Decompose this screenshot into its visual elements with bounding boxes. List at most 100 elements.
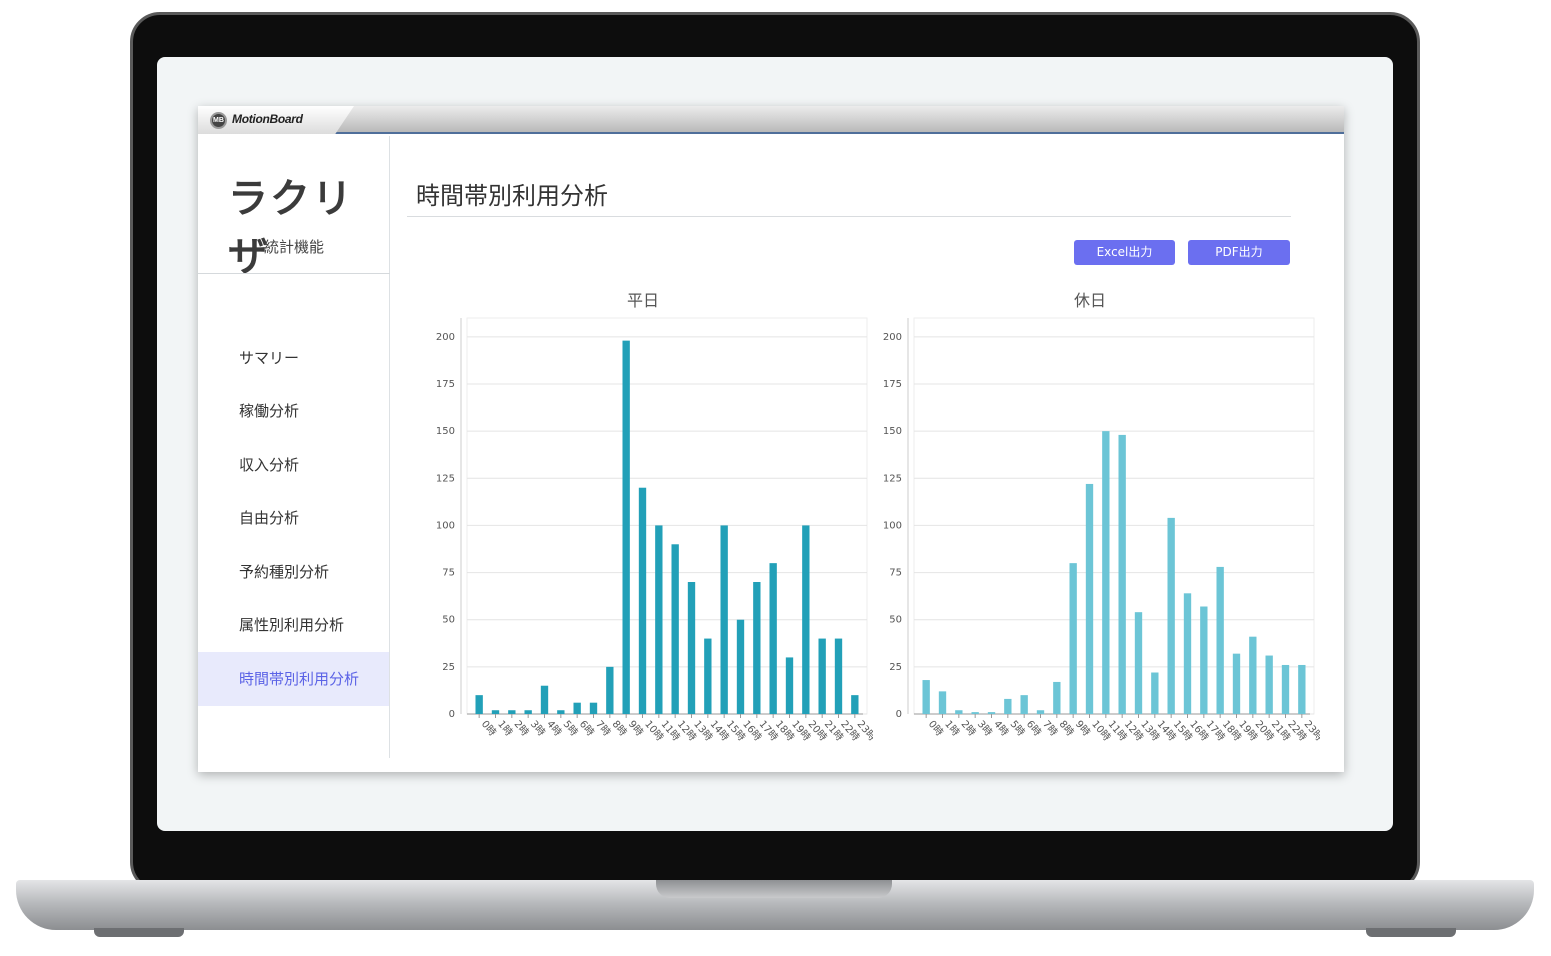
- bar: [971, 712, 979, 714]
- sidebar: ラクリザ 統計機能 サマリー 稼働分析 収入分析 自由分析 予約種別分析 属性別…: [198, 136, 390, 758]
- x-tick-label: 5時: [1008, 718, 1028, 738]
- y-tick-label: 50: [442, 615, 455, 626]
- excel-export-button[interactable]: Excel出力: [1074, 240, 1175, 265]
- bar: [655, 525, 663, 714]
- x-tick-label: 4時: [991, 718, 1011, 738]
- x-tick-label: 1時: [495, 718, 515, 738]
- pdf-export-button[interactable]: PDF出力: [1188, 240, 1290, 265]
- x-tick-label: 7時: [593, 718, 613, 738]
- y-tick-label: 75: [442, 568, 455, 579]
- x-tick-label: 9時: [626, 718, 646, 738]
- motionboard-logo-icon: MB: [210, 112, 227, 129]
- bar: [1298, 664, 1306, 714]
- y-tick-label: 200: [436, 332, 455, 343]
- bar: [1118, 434, 1126, 714]
- laptop-foot-left: [94, 928, 184, 937]
- bar: [508, 710, 516, 714]
- sidebar-divider: [198, 273, 390, 274]
- nav-item-attribute[interactable]: 属性別利用分析: [198, 598, 389, 652]
- window-titlebar: MB MotionBoard: [198, 106, 1344, 134]
- nav-item-utilization[interactable]: 稼働分析: [198, 384, 389, 438]
- bar: [834, 638, 843, 714]
- bar: [573, 702, 581, 714]
- bar: [1167, 517, 1175, 714]
- x-tick-label: 7時: [1040, 718, 1060, 738]
- bar: [1020, 695, 1028, 714]
- bar: [1232, 653, 1241, 714]
- bar: [736, 619, 745, 714]
- bar: [671, 544, 679, 714]
- x-tick-label: 8時: [1057, 718, 1077, 738]
- bar: [475, 695, 483, 714]
- bar: [1249, 636, 1257, 714]
- x-tick-label: 3時: [975, 718, 995, 738]
- bar: [818, 638, 826, 714]
- bar: [1102, 431, 1110, 714]
- bar: [687, 582, 696, 714]
- bar: [720, 525, 728, 714]
- bar: [802, 525, 810, 714]
- x-tick-label: 3時: [528, 718, 548, 738]
- y-tick-label: 100: [436, 520, 455, 531]
- y-tick-label: 150: [883, 426, 902, 437]
- nav-item-free-analysis[interactable]: 自由分析: [198, 491, 389, 545]
- y-tick-label: 150: [436, 426, 455, 437]
- weekday-chart: 平日 0 25 50 75 100 125 150 175 200 0時 1時 2時 3時 4時 5時 6時 7…: [423, 281, 873, 776]
- bar: [1216, 566, 1224, 714]
- bar: [922, 680, 930, 714]
- bar: [769, 563, 777, 714]
- x-tick-label: 8時: [610, 718, 630, 738]
- y-tick-label: 0: [449, 709, 455, 720]
- bar: [606, 666, 614, 714]
- weekday-chart-svg: 0 25 50 75 100 125 150 175 200 0時1時2時3時4時5時6時7時8時…: [436, 317, 873, 743]
- x-tick-label: 2時: [512, 718, 532, 738]
- bar: [987, 712, 996, 714]
- bar: [785, 657, 794, 714]
- app-window: MB MotionBoard ラクリザ 統計機能 サマリー 稼働分析 収入分析 …: [198, 106, 1344, 772]
- y-tick-label: 125: [436, 473, 455, 484]
- page-title: 時間帯別利用分析: [416, 182, 608, 210]
- bar: [557, 710, 565, 714]
- brand-tab[interactable]: MB MotionBoard: [198, 106, 354, 134]
- y-tick-label: 125: [883, 473, 902, 484]
- bar: [938, 691, 947, 714]
- bar: [1151, 672, 1159, 714]
- bar: [1265, 655, 1273, 714]
- brand-name: MotionBoard: [232, 112, 303, 126]
- bar: [851, 695, 859, 714]
- y-tick-label: 25: [442, 662, 455, 673]
- app-subtitle: 統計機能: [263, 238, 324, 256]
- laptop-notch: [656, 880, 892, 898]
- bar: [1200, 606, 1208, 714]
- x-tick-label: 9時: [1073, 718, 1093, 738]
- nav-item-summary[interactable]: サマリー: [198, 331, 389, 385]
- holiday-chart-svg: 0 25 50 75 100 125 150 175 200 0時1時2時3時4時5時6時7時8時…: [883, 317, 1320, 743]
- y-tick-label: 100: [883, 520, 902, 531]
- x-tick-label: 5時: [561, 718, 581, 738]
- holiday-chart: 休日 0 25 50 75 100 125 150 175 200 0時 1時 2時 3時 4時 5時 6時 7…: [870, 281, 1320, 776]
- bar: [524, 710, 532, 714]
- bar: [622, 340, 630, 714]
- bar: [1053, 681, 1061, 714]
- y-tick-label: 200: [883, 332, 902, 343]
- y-tick-label: 175: [883, 379, 902, 390]
- y-tick-label: 0: [896, 709, 902, 720]
- bar: [1134, 612, 1143, 714]
- bar: [955, 710, 963, 714]
- title-divider: [407, 216, 1291, 217]
- y-tick-label: 50: [889, 615, 902, 626]
- bar: [589, 702, 598, 714]
- laptop-foot-right: [1366, 928, 1456, 937]
- y-tick-label: 75: [889, 568, 902, 579]
- nav-item-booking-type[interactable]: 予約種別分析: [198, 545, 389, 599]
- nav-item-revenue[interactable]: 収入分析: [198, 438, 389, 492]
- bar: [1183, 593, 1192, 714]
- y-tick-label: 25: [889, 662, 902, 673]
- x-tick-label: 4時: [544, 718, 564, 738]
- bar: [1036, 710, 1045, 714]
- x-tick-label: 6時: [1024, 718, 1044, 738]
- bar: [1085, 483, 1094, 714]
- bar: [638, 487, 647, 714]
- x-tick-label: 2時: [959, 718, 979, 738]
- nav-item-hourly[interactable]: 時間帯別利用分析: [198, 652, 389, 706]
